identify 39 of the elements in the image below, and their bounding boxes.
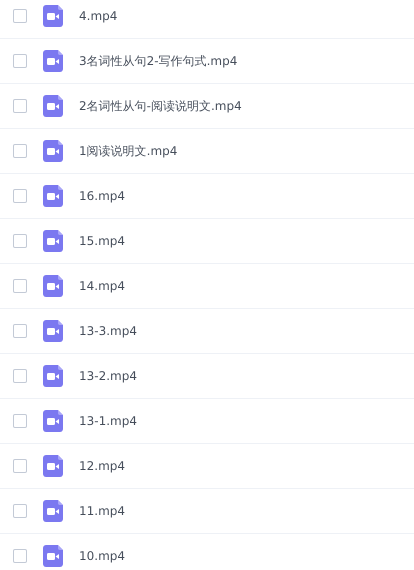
checkbox[interactable] — [13, 504, 27, 518]
video-file-icon — [43, 95, 63, 117]
checkbox[interactable] — [13, 279, 27, 293]
video-file-icon — [43, 455, 63, 477]
file-name[interactable]: 11.mp4 — [79, 504, 126, 518]
video-file-icon — [43, 5, 63, 27]
video-file-icon — [43, 500, 63, 522]
checkbox[interactable] — [13, 549, 27, 563]
checkbox[interactable] — [13, 414, 27, 428]
file-name[interactable]: 13-3.mp4 — [79, 324, 137, 338]
checkbox[interactable] — [13, 9, 27, 23]
checkbox[interactable] — [13, 369, 27, 383]
file-name[interactable]: 3名词性从句2-写作句式.mp4 — [79, 52, 238, 70]
video-file-icon — [43, 545, 63, 567]
file-name[interactable]: 2名词性从句-阅读说明文.mp4 — [79, 98, 242, 114]
file-name[interactable]: 4.mp4 — [79, 9, 118, 23]
file-name[interactable]: 15.mp4 — [79, 234, 126, 248]
file-name[interactable]: 10.mp4 — [79, 549, 126, 563]
video-file-icon — [43, 365, 63, 387]
checkbox[interactable] — [13, 54, 27, 68]
video-file-icon — [43, 410, 63, 432]
file-name[interactable]: 1阅读说明文.mp4 — [79, 142, 178, 160]
checkbox[interactable] — [13, 234, 27, 248]
file-name[interactable]: 13-1.mp4 — [79, 414, 137, 428]
checkbox[interactable] — [13, 189, 27, 203]
checkbox[interactable] — [13, 324, 27, 338]
video-file-icon — [43, 50, 63, 72]
video-file-icon — [43, 140, 63, 162]
checkbox[interactable] — [13, 144, 27, 158]
file-name[interactable]: 14.mp4 — [79, 279, 126, 293]
checkbox[interactable] — [13, 99, 27, 113]
video-file-icon — [43, 230, 63, 252]
file-name[interactable]: 12.mp4 — [79, 459, 126, 473]
video-file-icon — [43, 275, 63, 297]
video-file-icon — [43, 185, 63, 207]
video-file-icon — [43, 320, 63, 342]
file-name[interactable]: 16.mp4 — [79, 189, 126, 203]
checkbox[interactable] — [13, 459, 27, 473]
file-name[interactable]: 13-2.mp4 — [79, 369, 137, 383]
